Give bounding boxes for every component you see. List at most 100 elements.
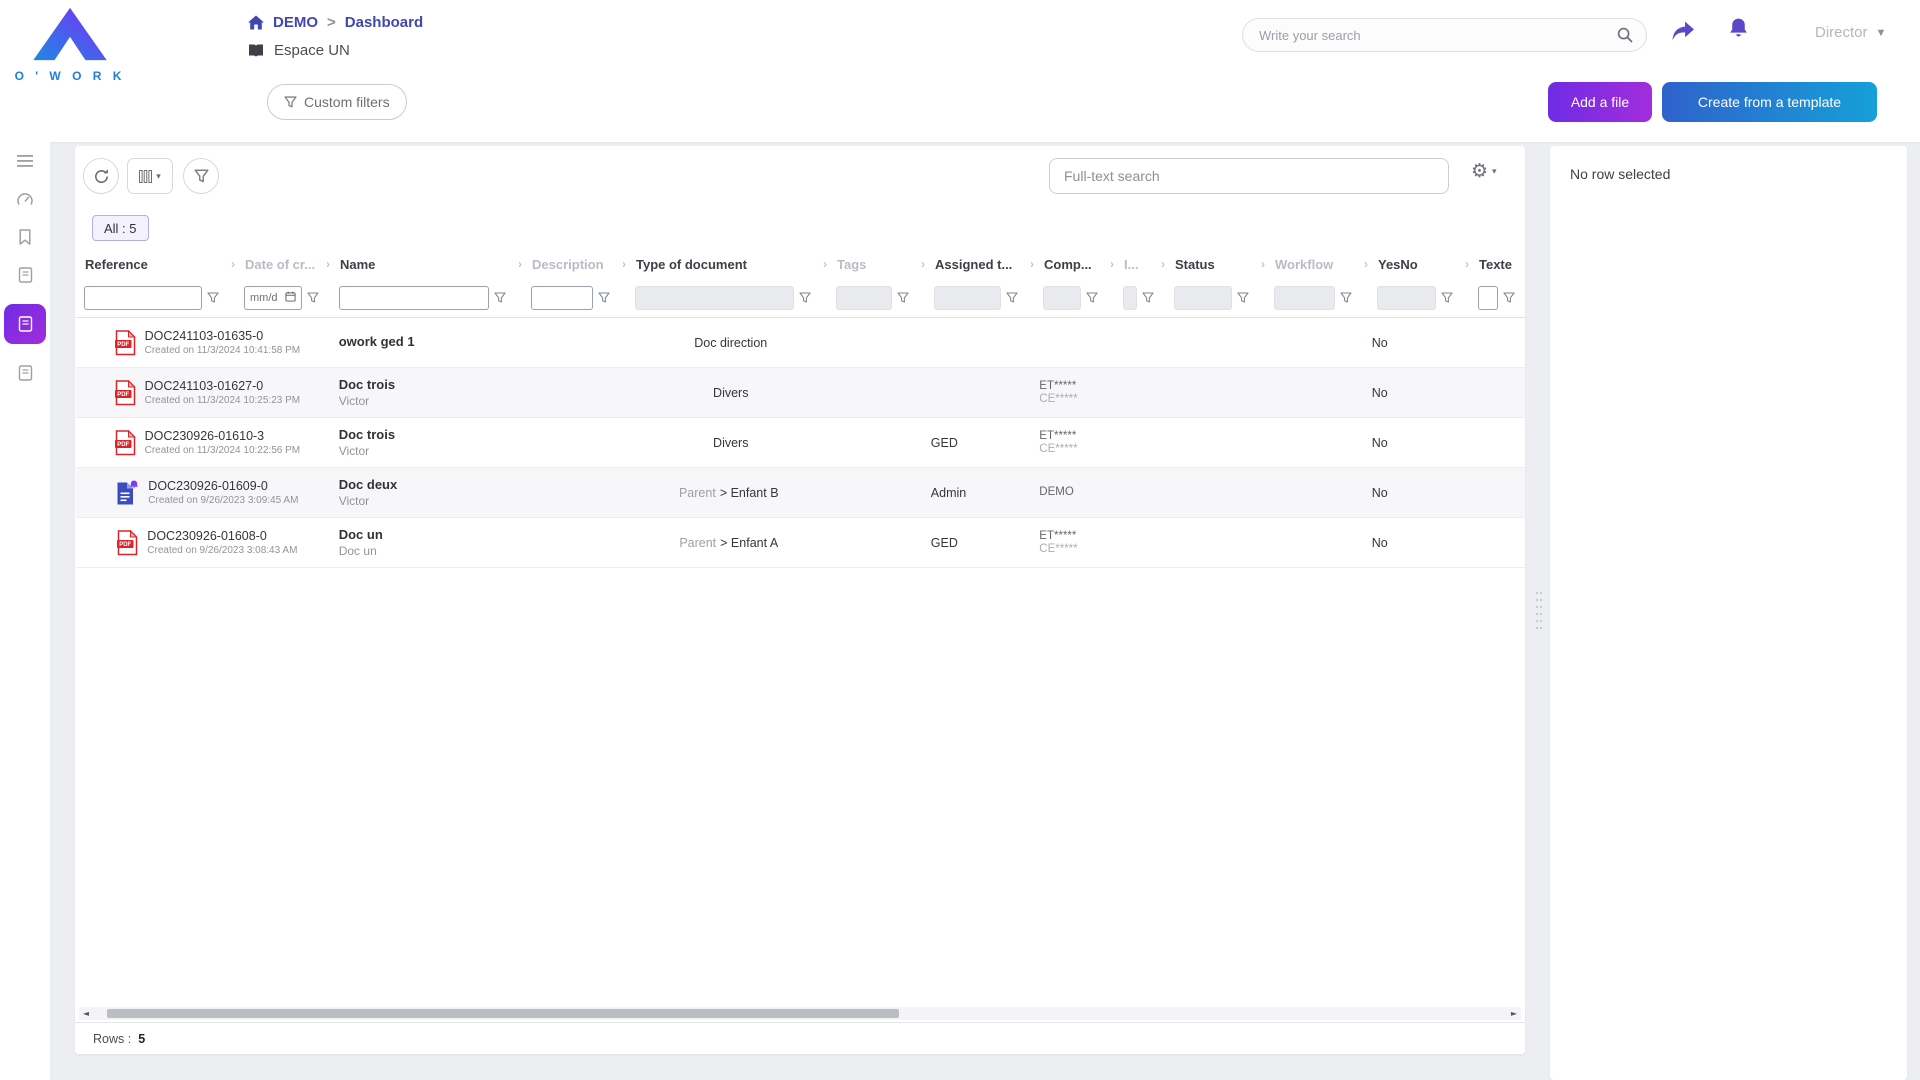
grid-settings-button[interactable]: ⚙ ▾ — [1471, 162, 1497, 181]
add-file-button[interactable]: Add a file — [1548, 82, 1652, 122]
sort-chevron-icon: › — [1261, 257, 1265, 271]
breadcrumb-current[interactable]: Dashboard — [345, 14, 423, 31]
workflow-cell — [1260, 518, 1363, 567]
app-logo[interactable]: O ' W O R K — [14, 6, 126, 83]
filter-input-reference[interactable] — [84, 286, 202, 310]
scroll-right-arrow[interactable]: ► — [1507, 1009, 1521, 1018]
menu-icon[interactable] — [12, 152, 38, 170]
refresh-button[interactable] — [83, 158, 119, 194]
filter-cell-texte — [1470, 278, 1525, 317]
column-header-workflow[interactable]: Workflow› — [1266, 250, 1369, 278]
filter-funnel-icon[interactable] — [1006, 292, 1018, 304]
column-header-comp[interactable]: Comp...› — [1035, 250, 1115, 278]
column-header-date-of-cr[interactable]: Date of cr...› — [236, 250, 331, 278]
filter-funnel-icon[interactable] — [598, 292, 610, 304]
filter-funnel-icon[interactable] — [1142, 292, 1154, 304]
tags-cell — [824, 318, 922, 367]
column-header-status[interactable]: Status› — [1166, 250, 1266, 278]
pdf-file-icon: PDF — [115, 430, 136, 456]
logo-mountain-icon — [25, 6, 115, 62]
grid-footer: Rows : 5 — [75, 1022, 1525, 1054]
filter-funnel-icon[interactable] — [494, 292, 506, 304]
tab-all-count[interactable]: All : 5 — [92, 215, 149, 241]
filter-date-input[interactable]: mm/d — [244, 286, 302, 310]
journal-icon — [18, 267, 33, 283]
column-header-i[interactable]: I...› — [1115, 250, 1166, 278]
yesno-cell: No — [1363, 368, 1464, 417]
yesno-cell: No — [1363, 318, 1464, 367]
svg-text:PDF: PDF — [117, 342, 129, 348]
table-row[interactable]: PDFDOC241103-01635-0Created on 11/3/2024… — [76, 318, 1525, 368]
scroll-left-arrow[interactable]: ◄ — [79, 1009, 93, 1018]
filter-cell-tags — [828, 278, 926, 317]
filter-input-description[interactable] — [531, 286, 593, 310]
column-header-assigned-t[interactable]: Assigned t...› — [926, 250, 1035, 278]
search-icon[interactable] — [1617, 27, 1633, 48]
filter-funnel-icon[interactable] — [207, 292, 219, 304]
filter-funnel-icon[interactable] — [799, 292, 811, 304]
horizontal-scrollbar[interactable]: ◄ ► — [79, 1007, 1521, 1020]
filter-funnel-icon[interactable] — [1441, 292, 1453, 304]
tags-cell — [824, 418, 922, 467]
sidebar-item-bookmarks[interactable] — [12, 228, 38, 246]
calendar-icon — [285, 291, 296, 305]
doc-alert-icon — [116, 480, 139, 506]
name-cell: Doc deuxVictor — [330, 468, 521, 517]
table-row[interactable]: PDFDOC230926-01610-3Created on 11/3/2024… — [76, 418, 1525, 468]
column-header-yesno[interactable]: YesNo› — [1369, 250, 1470, 278]
workflow-cell — [1260, 418, 1363, 467]
column-header-reference[interactable]: Reference› — [76, 250, 236, 278]
create-from-template-button[interactable]: Create from a template — [1662, 82, 1877, 122]
sidebar-item-ged-active[interactable] — [4, 304, 46, 344]
table-row[interactable]: DOC230926-01609-0Created on 9/26/2023 3:… — [76, 468, 1525, 518]
filter-input-name[interactable] — [339, 286, 489, 310]
column-header-description[interactable]: Description› — [523, 250, 627, 278]
top-bar: O ' W O R K DEMO > Dashboard Espace UN D… — [0, 0, 1920, 142]
sort-chevron-icon: › — [326, 257, 330, 271]
texte-cell — [1463, 318, 1525, 367]
user-role-menu[interactable]: Director ▼ — [1815, 24, 1886, 41]
chevron-down-icon: ▼ — [1876, 27, 1887, 39]
share-button[interactable] — [1670, 20, 1696, 46]
column-header-name[interactable]: Name› — [331, 250, 523, 278]
filter-funnel-icon[interactable] — [1086, 292, 1098, 304]
filter-funnel-icon[interactable] — [1340, 292, 1352, 304]
notifications-button[interactable] — [1728, 17, 1749, 43]
brand-name: O ' W O R K — [14, 69, 126, 83]
filter-input-disabled — [1274, 286, 1335, 310]
filter-cell-comp — [1035, 278, 1115, 317]
filter-cell-assigned-t — [926, 278, 1035, 317]
breadcrumb-root[interactable]: DEMO — [273, 14, 318, 31]
panel-resize-handle[interactable] — [1535, 590, 1543, 635]
scrollbar-track[interactable] — [93, 1008, 1507, 1019]
filter-funnel-icon[interactable] — [307, 292, 319, 304]
journal-icon — [18, 316, 33, 332]
column-chooser-button[interactable]: ▾ — [127, 158, 173, 194]
custom-filters-button[interactable]: Custom filters — [267, 84, 407, 120]
column-header-texte[interactable]: Texte — [1470, 250, 1525, 278]
company-cell: ET*****CE***** — [1030, 368, 1110, 417]
app-root: O ' W O R K DEMO > Dashboard Espace UN D… — [0, 0, 1920, 1080]
global-search-input[interactable] — [1242, 18, 1647, 52]
fulltext-search-input[interactable] — [1049, 158, 1449, 194]
sort-chevron-icon: › — [518, 257, 522, 271]
rows-count: 5 — [138, 1032, 145, 1046]
description-cell — [521, 368, 625, 417]
sidebar-item-documents[interactable] — [12, 266, 38, 284]
filter-funnel-icon[interactable] — [1237, 292, 1249, 304]
filter-funnel-icon[interactable] — [1503, 292, 1515, 304]
column-header-type-of-document[interactable]: Type of document› — [627, 250, 828, 278]
column-header-tags[interactable]: Tags› — [828, 250, 926, 278]
scrollbar-thumb[interactable] — [107, 1009, 899, 1018]
texte-cell — [1463, 368, 1525, 417]
company-cell — [1030, 318, 1110, 367]
book-icon — [248, 43, 264, 58]
filter-input-texte[interactable] — [1478, 286, 1498, 310]
sidebar-item-dashboard[interactable] — [12, 190, 38, 208]
table-row[interactable]: PDFDOC230926-01608-0Created on 9/26/2023… — [76, 518, 1525, 568]
home-icon[interactable] — [248, 15, 264, 30]
table-row[interactable]: PDFDOC241103-01627-0Created on 11/3/2024… — [76, 368, 1525, 418]
filter-funnel-icon[interactable] — [897, 292, 909, 304]
grid-filter-button[interactable] — [183, 158, 219, 194]
sidebar-item-archives[interactable] — [12, 364, 38, 382]
